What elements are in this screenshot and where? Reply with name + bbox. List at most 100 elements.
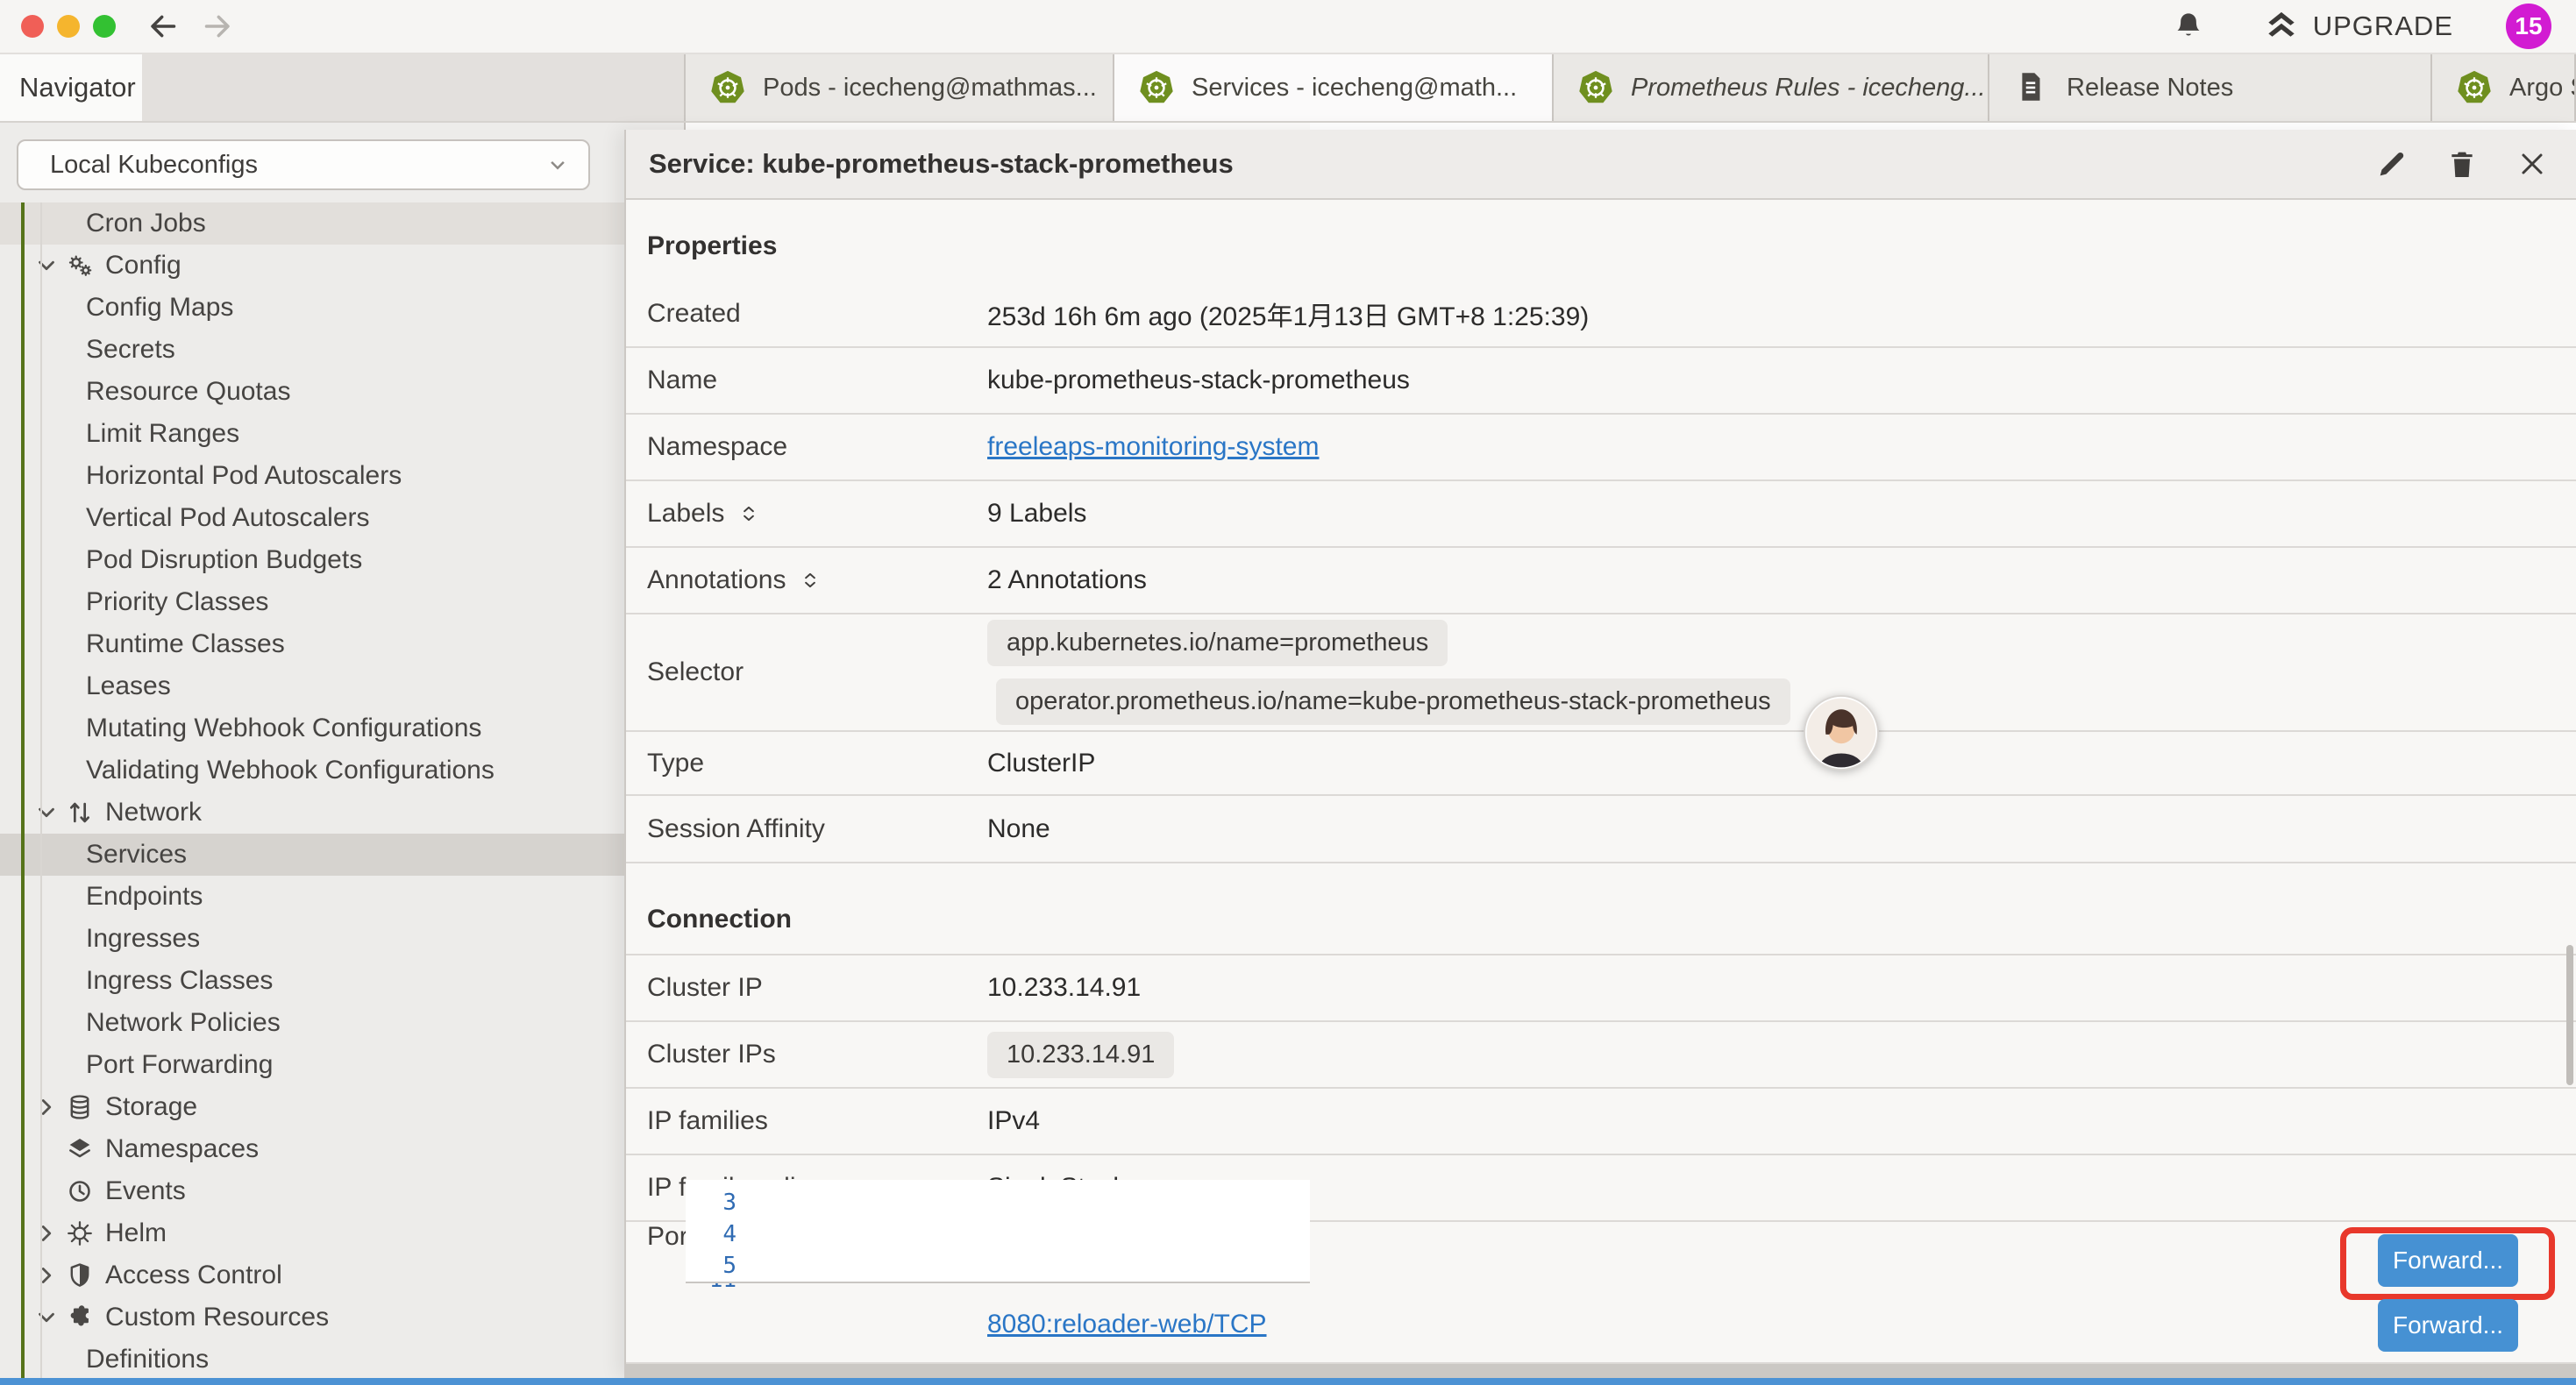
kubernetes-icon <box>708 68 747 107</box>
chevron-right-icon[interactable] <box>33 1220 65 1246</box>
delete-trash-icon[interactable] <box>2444 146 2480 181</box>
clock-icon <box>65 1176 95 1206</box>
sidebar-item-namespaces[interactable]: Namespaces <box>0 1128 684 1170</box>
close-icon[interactable] <box>2515 146 2550 181</box>
sidebar-item-horizontal-pod-autoscalers[interactable]: Horizontal Pod Autoscalers <box>0 455 684 497</box>
sidebar-item-leases[interactable]: Leases <box>0 665 684 707</box>
close-window-button[interactable] <box>21 15 44 38</box>
edit-pencil-icon[interactable] <box>2374 146 2409 181</box>
sidebar-item-cron-jobs[interactable]: Cron Jobs <box>0 202 684 245</box>
sidebar-item-label: Storage <box>105 1092 197 1122</box>
kubeconfig-dropdown[interactable]: Local Kubeconfigs <box>17 139 590 190</box>
sidebar-item-label: Custom Resources <box>105 1303 329 1332</box>
sidebar-item-config-maps[interactable]: Config Maps <box>0 287 684 329</box>
sidebar-item-vertical-pod-autoscalers[interactable]: Vertical Pod Autoscalers <box>0 497 684 539</box>
tab-navigator[interactable]: Navigator <box>0 54 142 121</box>
sidebar-item-port-forwarding[interactable]: Port Forwarding <box>0 1044 684 1086</box>
detail-label-text: Cluster IPs <box>647 1040 776 1069</box>
upgrade-button[interactable]: UPGRADE <box>2262 7 2453 46</box>
detail-horizontal-scrollbar[interactable] <box>626 1364 2576 1378</box>
updown-icon <box>65 798 95 827</box>
notification-count-badge[interactable]: 15 <box>2506 4 2551 49</box>
sidebar-item-pod-disruption-budgets[interactable]: Pod Disruption Budgets <box>0 539 684 581</box>
sidebar-item-label: Config <box>105 251 181 281</box>
detail-label: Cluster IPs <box>626 1040 987 1069</box>
sidebar-item-helm[interactable]: Helm <box>0 1212 684 1254</box>
sidebar-item-limit-ranges[interactable]: Limit Ranges <box>0 413 684 455</box>
sidebar-item-mutating-webhook-configurations[interactable]: Mutating Webhook Configurations <box>0 707 684 749</box>
kubernetes-icon <box>1576 68 1615 107</box>
chevron-right-icon[interactable] <box>33 1094 65 1120</box>
sidebar-item-network-policies[interactable]: Network Policies <box>0 1002 684 1044</box>
value-chip: operator.prometheus.io/name=kube-prometh… <box>996 678 1790 725</box>
sidebar-item-events[interactable]: Events <box>0 1170 684 1212</box>
sidebar-item-services[interactable]: Services <box>0 834 684 876</box>
tab-label: Services - icecheng@math... <box>1192 74 1517 103</box>
sidebar-item-endpoints[interactable]: Endpoints <box>0 876 684 918</box>
sidebar-item-custom-resources[interactable]: Custom Resources <box>0 1296 684 1339</box>
tab-label: Argo Se <box>2509 74 2576 103</box>
tab-label: Prometheus Rules - icecheng... <box>1631 74 1986 103</box>
forward-icon[interactable] <box>200 9 235 44</box>
layers-icon <box>65 1134 95 1164</box>
back-icon[interactable] <box>146 9 181 44</box>
gears-icon <box>65 251 95 281</box>
kubeconfig-dropdown-value: Local Kubeconfigs <box>50 151 258 180</box>
tab-release[interactable]: Release Notes <box>1989 54 2432 121</box>
sidebar-item-ingresses[interactable]: Ingresses <box>0 918 684 960</box>
sidebar-item-definitions[interactable]: Definitions <box>0 1339 684 1378</box>
detail-vertical-scrollbar[interactable] <box>2566 945 2573 1085</box>
user-avatar[interactable] <box>1802 693 1881 772</box>
forward-button[interactable]: Forward... <box>2378 1299 2518 1352</box>
context-color-bar <box>21 202 25 1378</box>
namespace-link[interactable]: freeleaps-monitoring-system <box>987 432 1319 461</box>
sidebar-item-priority-classes[interactable]: Priority Classes <box>0 581 684 623</box>
tree-indent-guide <box>40 202 42 1378</box>
detail-label: Namespace <box>626 432 987 462</box>
sidebar-item-runtime-classes[interactable]: Runtime Classes <box>0 623 684 665</box>
minimize-window-button[interactable] <box>57 15 80 38</box>
notifications-bell-icon[interactable] <box>2171 9 2206 44</box>
chevron-down-icon[interactable] <box>33 252 65 279</box>
maximize-window-button[interactable] <box>93 15 116 38</box>
sidebar-item-label: Cron Jobs <box>86 209 206 238</box>
detail-row-created: Created 253d 16h 6m ago (2025年1月13日 GMT+8… <box>626 281 2576 348</box>
tab-pods[interactable]: Pods - icecheng@mathmas... <box>686 54 1114 121</box>
tab-prometheus[interactable]: Prometheus Rules - icecheng... <box>1554 54 1989 121</box>
tab-argo[interactable]: Argo Se <box>2432 54 2576 121</box>
chevron-down-icon[interactable] <box>33 799 65 826</box>
sidebar-item-label: Port Forwarding <box>86 1050 273 1080</box>
detail-row-cluster-ip: Cluster IP10.233.14.91 <box>626 955 2576 1022</box>
sidebar-item-config[interactable]: Config <box>0 245 684 287</box>
editor-line: 5 <box>686 1250 1310 1282</box>
highlight-annotation-box <box>2340 1227 2555 1300</box>
detail-value: 253d 16h 6m ago (2025年1月13日 GMT+8 1:25:3… <box>987 295 1589 333</box>
sidebar-item-label: Mutating Webhook Configurations <box>86 714 481 743</box>
sidebar-item-label: Leases <box>86 671 171 701</box>
tab-label: Pods - icecheng@mathmas... <box>763 74 1097 103</box>
line-number: 4 <box>686 1221 737 1247</box>
sidebar-item-validating-webhook-configurations[interactable]: Validating Webhook Configurations <box>0 749 684 792</box>
section-header-properties: Properties <box>626 200 2576 281</box>
detail-value: kube-prometheus-stack-prometheus <box>987 366 1410 395</box>
chevron-down-icon[interactable] <box>33 1304 65 1331</box>
port-link[interactable]: 8080:reloader-web/TCP <box>987 1310 1267 1339</box>
detail-label-text: Created <box>647 299 741 329</box>
sidebar-item-storage[interactable]: Storage <box>0 1086 684 1128</box>
detail-value: freeleaps-monitoring-system <box>987 432 1319 462</box>
tab-services[interactable]: Services - icecheng@math... <box>1114 54 1554 121</box>
chevron-right-icon[interactable] <box>33 1262 65 1289</box>
sidebar-item-secrets[interactable]: Secrets <box>0 329 684 371</box>
detail-label-text: Session Affinity <box>647 814 825 844</box>
detail-value: 2 Annotations <box>987 565 1147 595</box>
detail-row-type: TypeClusterIP <box>626 732 2576 796</box>
sidebar-item-ingress-classes[interactable]: Ingress Classes <box>0 960 684 1002</box>
detail-title: Service: kube-prometheus-stack-prometheu… <box>649 148 1234 180</box>
clipped-editor-line: 11 <box>686 1282 1310 1296</box>
sidebar-item-network[interactable]: Network <box>0 792 684 834</box>
sidebar-item-resource-quotas[interactable]: Resource Quotas <box>0 371 684 413</box>
detail-label-text: Type <box>647 749 704 778</box>
sidebar-item-access-control[interactable]: Access Control <box>0 1254 684 1296</box>
sidebar-item-label: Network Policies <box>86 1008 281 1038</box>
sidebar-item-label: Definitions <box>86 1345 209 1374</box>
